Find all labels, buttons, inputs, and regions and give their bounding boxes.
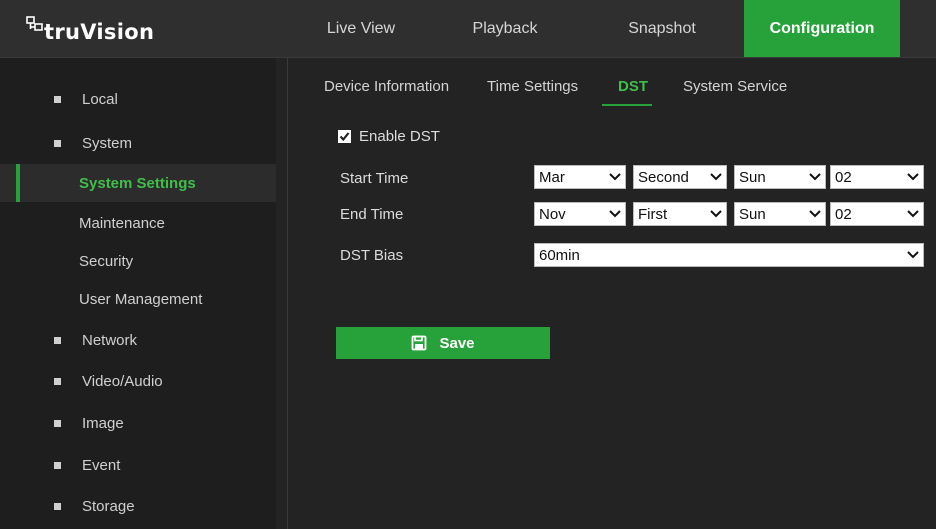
sidebar-item-local[interactable]: Local xyxy=(0,80,276,118)
sidebar-item-system[interactable]: System xyxy=(0,124,276,162)
enable-dst-row: Enable DST xyxy=(338,128,440,145)
sidebar-item-video-audio[interactable]: Video/Audio xyxy=(0,362,276,400)
end-week-select[interactable]: First xyxy=(633,202,727,226)
end-month-value: Nov xyxy=(539,205,566,223)
start-hour-value: 02 xyxy=(835,168,852,186)
save-button-label: Save xyxy=(439,334,475,352)
subtab-device-information[interactable]: Device Information xyxy=(324,78,449,95)
start-day-select[interactable]: Sun xyxy=(734,165,826,189)
end-hour-value: 02 xyxy=(835,205,852,223)
chevron-down-icon xyxy=(710,173,722,181)
chevron-down-icon xyxy=(809,173,821,181)
end-day-select[interactable]: Sun xyxy=(734,202,826,226)
sidebar-item-label: System xyxy=(82,134,133,152)
sidebar-item-system-settings[interactable]: System Settings xyxy=(0,164,276,202)
sidebar-item-label: Maintenance xyxy=(79,214,165,232)
start-week-select[interactable]: Second xyxy=(633,165,727,189)
sidebar-item-maintenance[interactable]: Maintenance xyxy=(0,204,276,242)
chevron-down-icon xyxy=(609,173,621,181)
checkmark-icon xyxy=(339,132,350,142)
enable-dst-label: Enable DST xyxy=(359,128,440,145)
start-hour-select[interactable]: 02 xyxy=(830,165,924,189)
top-bar: truVision Live View Playback Snapshot Co… xyxy=(0,0,936,58)
network-logo-icon xyxy=(26,16,43,31)
bullet-icon xyxy=(54,461,61,469)
floppy-disk-icon xyxy=(412,335,427,351)
subtab-time-settings[interactable]: Time Settings xyxy=(487,78,578,95)
tab-playback[interactable]: Playback xyxy=(430,0,580,57)
bullet-icon xyxy=(54,502,61,510)
sidebar-item-label: User Management xyxy=(79,290,203,308)
sidebar-item-storage[interactable]: Storage xyxy=(0,487,276,525)
dst-bias-value: 60min xyxy=(539,246,580,264)
sidebar-item-label: Event xyxy=(82,456,121,474)
start-month-value: Mar xyxy=(539,168,565,186)
sidebar-item-network[interactable]: Network xyxy=(0,321,276,359)
subtab-dst[interactable]: DST xyxy=(618,78,648,95)
chevron-down-icon xyxy=(907,173,919,181)
sidebar: Local System System Settings Maintenance… xyxy=(0,58,276,529)
tab-configuration[interactable]: Configuration xyxy=(744,0,900,57)
chevron-down-icon xyxy=(609,210,621,218)
subtab-system-service[interactable]: System Service xyxy=(683,78,787,95)
start-time-label: Start Time xyxy=(340,170,409,187)
sidebar-item-image[interactable]: Image xyxy=(0,404,276,442)
end-time-label: End Time xyxy=(340,206,404,223)
sidebar-item-label: Local xyxy=(82,90,118,108)
brand-logo: truVision xyxy=(26,14,154,44)
sidebar-item-event[interactable]: Event xyxy=(0,446,276,484)
sidebar-item-label: Storage xyxy=(82,497,135,515)
chevron-down-icon xyxy=(710,210,722,218)
start-week-value: Second xyxy=(638,168,689,186)
enable-dst-checkbox[interactable] xyxy=(338,130,351,143)
brand-name: truVision xyxy=(44,20,155,44)
sidebar-item-user-management[interactable]: User Management xyxy=(0,280,276,318)
sidebar-item-label: Video/Audio xyxy=(82,372,163,390)
tab-live-view[interactable]: Live View xyxy=(292,0,430,57)
sidebar-item-label: Security xyxy=(79,252,134,270)
bullet-icon xyxy=(54,336,61,344)
sidebar-item-security[interactable]: Security xyxy=(0,242,276,280)
chevron-down-icon xyxy=(907,210,919,218)
start-month-select[interactable]: Mar xyxy=(534,165,626,189)
sidebar-item-label: System Settings xyxy=(79,174,196,192)
end-month-select[interactable]: Nov xyxy=(534,202,626,226)
end-day-value: Sun xyxy=(739,205,766,223)
dst-bias-select[interactable]: 60min xyxy=(534,243,924,267)
sidebar-item-label: Image xyxy=(82,414,124,432)
bullet-icon xyxy=(54,95,61,103)
save-button[interactable]: Save xyxy=(336,327,550,359)
chevron-down-icon xyxy=(907,251,919,259)
end-week-value: First xyxy=(638,205,668,223)
end-hour-select[interactable]: 02 xyxy=(830,202,924,226)
bullet-icon xyxy=(54,419,61,427)
active-tab-underline xyxy=(602,104,652,106)
start-day-value: Sun xyxy=(739,168,766,186)
bullet-icon xyxy=(54,377,61,385)
bullet-icon xyxy=(54,139,61,147)
main-content: Device Information Time Settings DST Sys… xyxy=(288,58,936,529)
sidebar-item-label: Network xyxy=(82,331,138,349)
dst-bias-label: DST Bias xyxy=(340,247,404,264)
chevron-down-icon xyxy=(809,210,821,218)
tab-snapshot[interactable]: Snapshot xyxy=(580,0,744,57)
